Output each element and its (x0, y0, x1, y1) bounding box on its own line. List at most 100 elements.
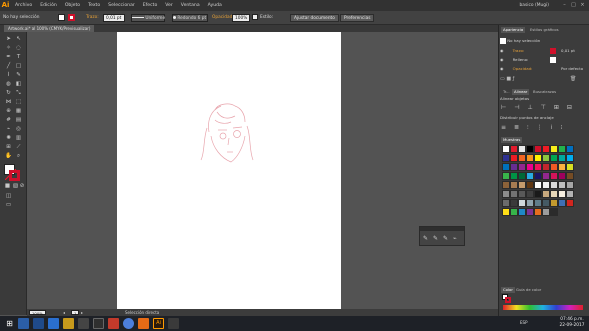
appearance-row-opacity[interactable]: ◉ Opacidad: Por defecto (500, 65, 587, 73)
menu-ayuda[interactable]: Ayuda (204, 3, 226, 8)
appearance-stroke-swatch[interactable] (550, 48, 556, 54)
blend-tool-icon[interactable]: ◎ (14, 125, 23, 133)
minimize-icon[interactable]: – (561, 2, 568, 8)
visibility-eye-icon[interactable]: ◉ (500, 48, 503, 53)
rectangle-tool-icon[interactable]: □ (14, 62, 23, 70)
swatch[interactable] (534, 190, 542, 198)
swatch[interactable] (558, 199, 566, 207)
menu-texto[interactable]: Texto (84, 3, 104, 8)
fill-swatch[interactable] (58, 14, 65, 21)
swatch[interactable] (518, 145, 526, 153)
style-swatch[interactable] (252, 14, 258, 20)
swatch[interactable] (526, 145, 534, 153)
swatch[interactable] (518, 154, 526, 162)
swatch[interactable] (542, 154, 550, 162)
swatch[interactable] (526, 181, 534, 189)
swatch[interactable] (534, 181, 542, 189)
scale-icon[interactable]: ⤡ (14, 89, 23, 97)
brush-select[interactable]: Redondo 6 pt (172, 14, 208, 22)
width-tool-icon[interactable]: ⋈ (4, 98, 13, 106)
artboard-nav-prev-icon[interactable]: ◂ (63, 309, 65, 316)
appearance-row-stroke[interactable]: ◉ Trazo: 0,01 pt (500, 47, 587, 55)
align-buttons[interactable]: ⊢⊣⊥⊤⊞⊟ (501, 104, 580, 111)
type-tool-icon[interactable]: T (14, 53, 23, 61)
swatch[interactable] (550, 145, 558, 153)
swatch[interactable] (526, 172, 534, 180)
floating-panel-header[interactable] (420, 227, 464, 231)
swatch[interactable] (502, 199, 510, 207)
swatch[interactable] (510, 154, 518, 162)
swatch[interactable] (534, 199, 542, 207)
swatch[interactable] (542, 172, 550, 180)
menu-ver[interactable]: Ver (161, 3, 177, 8)
swatch[interactable] (526, 208, 534, 216)
swatch[interactable] (502, 172, 510, 180)
menu-archivo[interactable]: Archivo (11, 3, 36, 8)
mesh-tool-icon[interactable]: # (4, 116, 13, 124)
swatch[interactable] (558, 172, 566, 180)
swatch[interactable] (542, 181, 550, 189)
stroke-weight-input[interactable]: 0,01 pt (103, 14, 125, 22)
taskbar-app-icon-9[interactable] (138, 318, 149, 329)
swatch[interactable] (526, 199, 534, 207)
swatch[interactable] (542, 145, 550, 153)
swatch[interactable] (558, 190, 566, 198)
taskbar-app-icon-2[interactable] (33, 318, 44, 329)
swatch[interactable] (518, 199, 526, 207)
swatch[interactable] (550, 154, 558, 162)
pencil-icon[interactable]: ✎ (14, 71, 23, 79)
taskbar-app-icon-11[interactable] (168, 318, 179, 329)
taskbar-app-icon-7[interactable] (108, 318, 119, 329)
swatch[interactable] (558, 181, 566, 189)
maximize-icon[interactable]: □ (570, 2, 577, 8)
line-tool-icon[interactable]: ╱ (4, 62, 13, 70)
swatch[interactable] (542, 208, 550, 216)
swatch[interactable] (502, 163, 510, 171)
symbol-sprayer-icon[interactable]: ✺ (4, 134, 13, 142)
swatch[interactable] (566, 199, 574, 207)
swatch[interactable] (550, 208, 558, 216)
file-explorer-icon[interactable] (63, 318, 74, 329)
swatch[interactable] (550, 163, 558, 171)
menu-efecto[interactable]: Efecto (139, 3, 161, 8)
visibility-eye-icon[interactable]: ◉ (500, 66, 503, 71)
stroke-color-box[interactable] (9, 170, 20, 181)
swatch[interactable] (566, 145, 574, 153)
swatch[interactable] (502, 181, 510, 189)
eraser-icon[interactable]: ◧ (14, 80, 23, 88)
color-spectrum[interactable] (503, 305, 583, 310)
swatch[interactable] (510, 163, 518, 171)
lasso-icon[interactable]: ◌ (14, 44, 23, 52)
swatch[interactable] (518, 181, 526, 189)
swatch[interactable] (510, 145, 518, 153)
swatch[interactable] (526, 154, 534, 162)
screen-mode-icon[interactable]: ▭ (4, 201, 13, 209)
tab-muestras[interactable]: Muestras (501, 137, 523, 143)
swatch[interactable] (534, 154, 542, 162)
taskbar-app-icon-5[interactable] (78, 318, 89, 329)
workspace-user[interactable]: basico (Mugi) (520, 0, 550, 11)
artboard-nav-next-icon[interactable]: ▸ (81, 309, 83, 316)
zoom-tool-icon[interactable]: ⌕ (14, 152, 23, 160)
blob-brush-icon[interactable]: ◍ (4, 80, 13, 88)
menu-ventana[interactable]: Ventana (177, 3, 204, 8)
swatch[interactable] (566, 163, 574, 171)
swatch[interactable] (502, 154, 510, 162)
preferences-button[interactable]: Preferencias (340, 14, 375, 22)
visibility-eye-icon[interactable]: ◉ (500, 57, 503, 62)
new-stroke-icon[interactable]: ▭ (500, 76, 505, 82)
swatch[interactable] (534, 208, 542, 216)
opacity-input[interactable]: 100% (232, 14, 250, 22)
tab-apariencia[interactable]: Apariencia (501, 27, 526, 33)
swatch[interactable] (550, 181, 558, 189)
swatch[interactable] (534, 172, 542, 180)
menu-objeto[interactable]: Objeto (61, 3, 84, 8)
direct-selection-tool-icon[interactable]: ↖ (14, 35, 23, 43)
chrome-icon[interactable] (123, 318, 134, 329)
delete-icon[interactable]: 🗑 (570, 76, 576, 82)
selection-tool-icon[interactable]: ➤ (4, 35, 13, 43)
fx-icon[interactable]: ƒ (513, 76, 515, 82)
swatch[interactable] (542, 190, 550, 198)
swatch[interactable] (566, 154, 574, 162)
windows-start-icon[interactable]: ⊞ (4, 318, 15, 329)
